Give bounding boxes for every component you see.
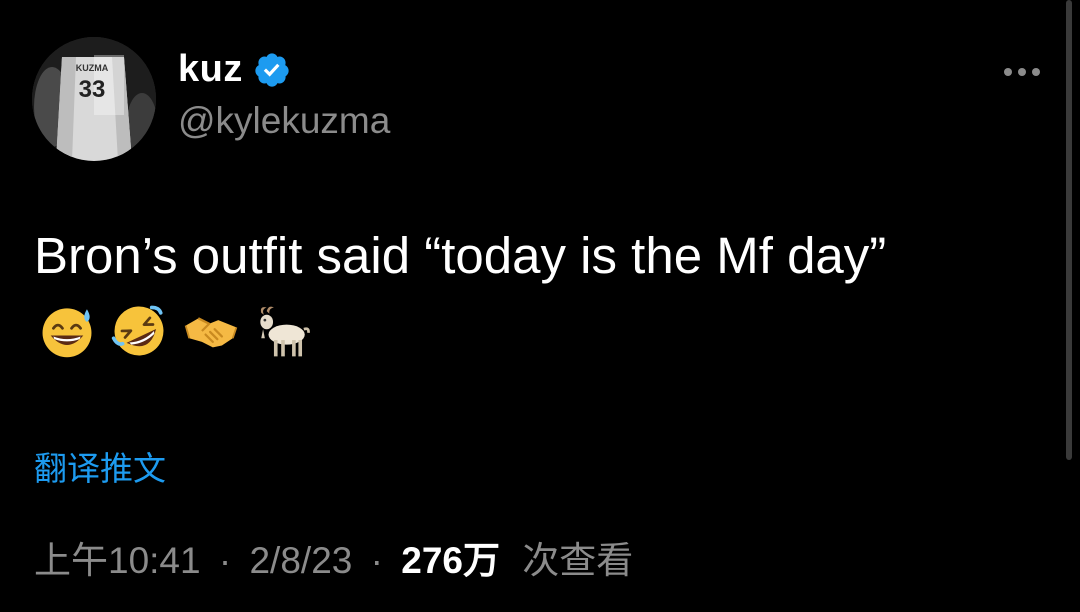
goat-icon: [260, 306, 310, 357]
author-name-row: kuz: [178, 48, 291, 91]
avatar-jersey-number: 33: [79, 76, 106, 103]
tweet-metadata: 上午10:41 · 2/8/23 · 276万 次查看: [34, 530, 633, 584]
more-options-icon[interactable]: [998, 60, 1046, 84]
meta-separator: ·: [218, 540, 232, 581]
handshake-icon: [184, 317, 238, 348]
translate-tweet-link[interactable]: 翻译推文: [34, 442, 166, 490]
meta-separator: ·: [370, 540, 383, 581]
views-label: 次查看: [522, 540, 634, 581]
tweet-time[interactable]: 上午10:41: [34, 540, 201, 581]
avatar-jersey-name: KUZMA: [76, 63, 109, 73]
tweet-date[interactable]: 2/8/23: [249, 540, 352, 581]
author-handle[interactable]: @kylekuzma: [178, 100, 390, 142]
tweet-text: Bron’s outfit said “today is the Mf day”: [34, 227, 887, 284]
avatar[interactable]: KUZMA 33: [32, 37, 156, 161]
scrollbar[interactable]: [1066, 0, 1072, 460]
verified-badge-icon[interactable]: [253, 51, 291, 89]
rolling-on-floor-laughing-icon: [111, 305, 164, 356]
tweet-emoji-row: [38, 302, 312, 360]
avatar-image: KUZMA 33: [32, 37, 156, 161]
grinning-face-with-sweat-icon: [42, 308, 92, 358]
views-count[interactable]: 276万: [401, 540, 500, 581]
author-display-name[interactable]: kuz: [178, 48, 243, 91]
